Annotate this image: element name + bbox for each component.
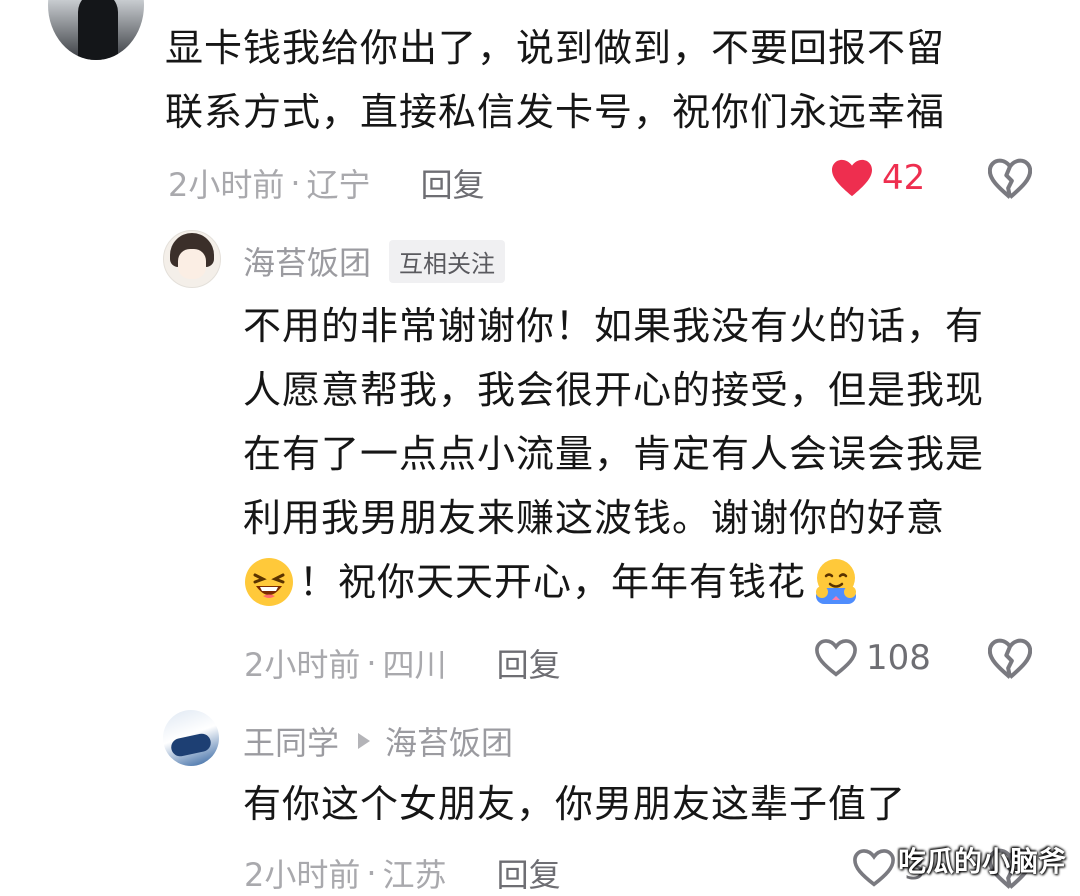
laughing-emoji-icon — [243, 556, 295, 608]
meta-separator: · — [366, 854, 377, 892]
comment-1-line-2: 联系方式，直接私信发卡号，祝你们永远幸福 — [165, 90, 946, 134]
comment-2-author: 海苔饭团 互相关注 — [243, 238, 506, 284]
avatar-commenter-1[interactable] — [48, 0, 144, 60]
avatar-shape — [169, 732, 213, 758]
comment-1-like-count: 42 — [882, 158, 926, 198]
comment-3-username[interactable]: 王同学 — [243, 718, 339, 764]
comment-2-username[interactable]: 海苔饭团 — [243, 238, 371, 284]
comment-1-line-1: 显卡钱我给你出了，说到做到，不要回报不留 — [165, 26, 946, 70]
comment-2-line-1: 不用的非常谢谢你！如果我没有火的话，有 — [243, 304, 985, 348]
comment-3-text: 有你这个女朋友，你男朋友这辈子值了 — [243, 772, 1053, 836]
comment-3-meta: 2小时前 · 江苏 回复 — [244, 850, 561, 896]
mutual-follow-badge: 互相关注 — [389, 239, 506, 283]
comment-1-time: 2小时前 — [168, 166, 285, 204]
avatar-wang-tongxue[interactable] — [163, 710, 219, 766]
comment-2-line-2: 人愿意帮我，我会很开心的接受，但是我现 — [243, 368, 985, 412]
comment-1-location: 辽宁 — [306, 166, 371, 204]
reply-arrow-icon — [357, 732, 371, 750]
comment-3-line-1: 有你这个女朋友，你男朋友这辈子值了 — [243, 782, 907, 826]
comment-2-line-5: ！祝你天天开心，年年有钱花 — [299, 560, 807, 604]
avatar-haitai-fantuan[interactable] — [163, 230, 221, 288]
comment-1-meta: 2小时前 · 辽宁 回复 — [168, 160, 485, 206]
comment-3-time: 2小时前 — [244, 856, 361, 894]
comment-1-dislike-button[interactable] — [988, 158, 1032, 200]
comment-3-location: 江苏 — [382, 856, 447, 894]
comment-2-line-4: 利用我男朋友来赚这波钱。谢谢你的好意 — [243, 496, 946, 540]
heart-filled-icon — [832, 159, 872, 197]
avatar-face — [178, 249, 206, 279]
comment-3-reply-to[interactable]: 海苔饭团 — [385, 718, 513, 764]
hug-emoji-icon — [810, 556, 862, 608]
comment-2-reply-button[interactable]: 回复 — [497, 640, 561, 686]
comment-1-text: 显卡钱我给你出了，说到做到，不要回报不留 联系方式，直接私信发卡号，祝你们永远幸… — [165, 16, 1045, 144]
broken-heart-icon — [988, 158, 1032, 199]
comment-2-line-3: 在有了一点点小流量，肯定有人会误会我是 — [243, 432, 985, 476]
comment-2-dislike-button[interactable] — [988, 638, 1032, 680]
comment-1-like-button[interactable]: 42 — [830, 158, 925, 198]
meta-separator: · — [366, 644, 377, 682]
comment-3-reply-button[interactable]: 回复 — [497, 850, 561, 896]
heart-outline-icon — [815, 639, 857, 677]
meta-separator: · — [290, 164, 301, 202]
watermark: 吃瓜的小脑斧 — [897, 845, 1066, 878]
comment-1-reply-button[interactable]: 回复 — [421, 160, 485, 206]
comment-2-location: 四川 — [382, 646, 447, 684]
broken-heart-icon — [988, 638, 1032, 679]
comment-2-text: 不用的非常谢谢你！如果我没有火的话，有 人愿意帮我，我会很开心的接受，但是我现 … — [243, 294, 1053, 614]
comment-2-line-5-row: ！祝你天天开心，年年有钱花 — [243, 550, 1053, 614]
comment-2-like-button[interactable]: 108 — [814, 638, 931, 678]
heart-outline-icon — [853, 849, 895, 887]
comment-2-meta: 2小时前 · 四川 回复 — [244, 640, 561, 686]
comment-3-author: 王同学 海苔饭团 — [243, 718, 513, 764]
comment-2-like-count: 108 — [866, 638, 931, 678]
avatar-silhouette — [78, 0, 118, 60]
comment-2-time: 2小时前 — [244, 646, 361, 684]
